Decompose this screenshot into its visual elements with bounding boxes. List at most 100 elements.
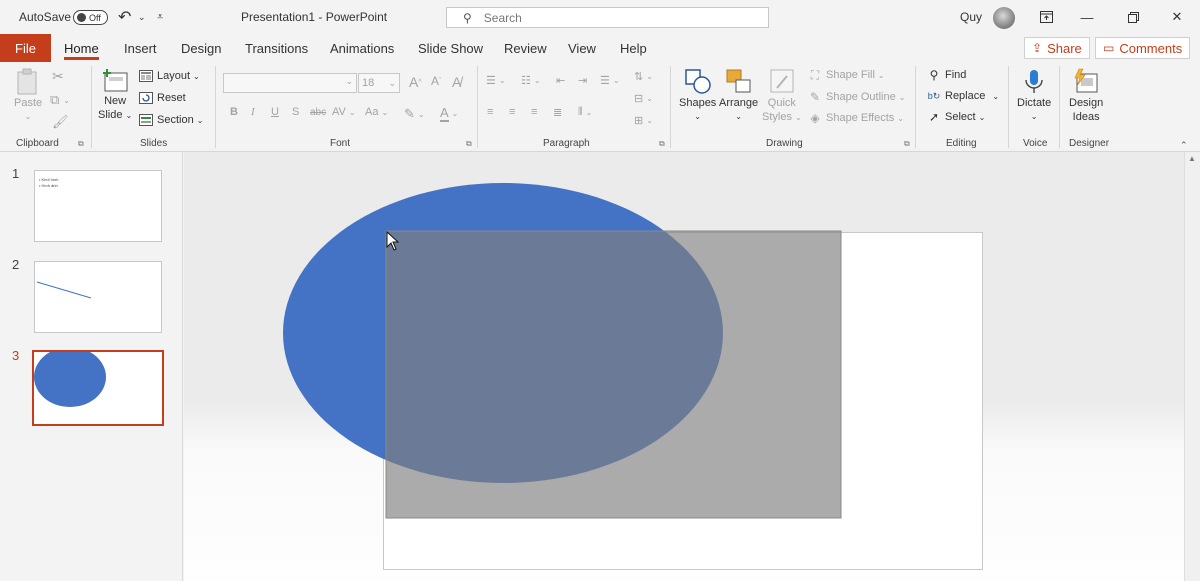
change-case-label: Aa (365, 106, 379, 118)
tab-transitions[interactable]: Transitions (245, 34, 308, 62)
reset-button[interactable]: Reset (138, 91, 186, 105)
ribbon-tabs: File Home Insert Design Transitions Anim… (0, 34, 1200, 62)
clear-formatting-icon[interactable]: A̸ (452, 74, 461, 90)
character-spacing-button[interactable]: AV ⌄ (332, 106, 356, 118)
format-painter-icon[interactable]: 🖌 (52, 114, 69, 130)
text-direction-icon[interactable]: ⇅ ⌄ (634, 70, 653, 83)
replace-button[interactable]: b↻ Replace ⌄ (926, 89, 999, 103)
new-slide-button[interactable]: New Slide ⌄ (98, 68, 132, 123)
comments-button[interactable]: ▭ Comments (1095, 37, 1191, 59)
collapse-ribbon-icon[interactable]: ⌃ (1180, 140, 1188, 151)
shape-effects-button[interactable]: ◈ Shape Effects ⌄ (807, 111, 904, 125)
customize-toolbar-icon[interactable]: ⩡ (157, 0, 163, 34)
shape-fill-label: Shape Fill (826, 69, 875, 81)
align-center-icon[interactable]: ≡ (509, 106, 515, 118)
line-spacing-icon[interactable]: ☰ ⌄ (600, 74, 620, 87)
align-left-icon[interactable]: ≡ (487, 106, 493, 118)
tab-review[interactable]: Review (504, 34, 547, 62)
bullets-icon[interactable]: ☰ ⌄ (486, 74, 506, 87)
tab-insert[interactable]: Insert (124, 34, 157, 62)
align-right-icon[interactable]: ≡ (531, 106, 537, 118)
share-label: Share (1047, 40, 1082, 56)
font-launcher-icon[interactable]: ⧉ (466, 139, 472, 149)
minimize-icon[interactable]: — (1064, 0, 1110, 34)
group-divider (915, 66, 916, 148)
smartart-icon[interactable]: ⊞ ⌄ (634, 114, 653, 127)
bold-button[interactable]: B (230, 106, 238, 118)
restore-icon[interactable] (1110, 0, 1156, 34)
columns-icon[interactable]: ⫴ ⌄ (578, 106, 592, 119)
ribbon-display-options-icon[interactable] (1023, 0, 1069, 34)
decrease-indent-icon[interactable]: ⇤ (556, 74, 565, 87)
select-button[interactable]: ➚ Select ⌄ (926, 110, 985, 124)
text-shadow-button[interactable]: S (292, 106, 299, 118)
find-button[interactable]: ⚲ Find (926, 68, 967, 82)
design-ideas-label-2: Ideas (1072, 111, 1100, 123)
highlight-color-icon[interactable]: ✎ ⌄ (404, 106, 425, 122)
autosave-state: Off (89, 12, 101, 23)
slide-thumbnail-1[interactable]: • Khối hình • Hình ảnh (34, 170, 162, 242)
layout-button[interactable]: Layout ⌄ (138, 69, 200, 83)
tab-home[interactable]: Home (64, 34, 99, 62)
share-icon: ⇪ (1032, 41, 1043, 55)
drawing-launcher-icon[interactable]: ⧉ (904, 139, 910, 149)
increase-indent-icon[interactable]: ⇥ (578, 74, 587, 87)
powerpoint-window: AutoSave Off ↶ ⌄ ⩡ Presentation1 - Power… (0, 0, 1200, 581)
italic-button[interactable]: I (251, 106, 255, 118)
tab-design[interactable]: Design (181, 34, 221, 62)
autosave-toggle[interactable]: Off (73, 10, 108, 25)
search-icon: ⚲ (929, 68, 939, 82)
reset-icon (138, 91, 154, 105)
font-name-input[interactable]: ⌄ (223, 73, 357, 93)
thumbnail-bullets: • Khối hình • Hình ảnh (39, 177, 58, 189)
tab-file[interactable]: File (0, 34, 51, 62)
quick-styles-button[interactable]: Quick Styles ⌄ (762, 68, 802, 125)
font-size-input[interactable]: 18 ⌄ (358, 73, 400, 93)
tab-view[interactable]: View (568, 34, 596, 62)
user-name[interactable]: Quy (960, 0, 982, 34)
scroll-up-icon[interactable]: ▲ (1188, 154, 1196, 163)
group-divider (477, 66, 478, 148)
cut-icon[interactable]: ✂ (52, 68, 64, 85)
dictate-button[interactable]: Dictate ⌄ (1017, 68, 1051, 124)
slide-thumbnail-3[interactable] (32, 350, 164, 426)
find-label: Find (945, 69, 967, 81)
section-button[interactable]: Section ⌄ (138, 113, 203, 127)
copy-icon[interactable]: ⧉ ⌄ (50, 92, 70, 108)
quick-styles-label-2: Styles ⌄ (762, 111, 802, 123)
font-color-icon[interactable]: A ⌄ (440, 105, 458, 122)
clipboard-launcher-icon[interactable]: ⧉ (78, 139, 84, 149)
paste-button[interactable]: Paste ⌄ (14, 68, 42, 124)
paragraph-launcher-icon[interactable]: ⧉ (659, 139, 665, 149)
tab-animations[interactable]: Animations (330, 34, 394, 62)
shrink-font-icon[interactable]: Aˇ (431, 74, 441, 88)
vertical-scrollbar[interactable]: ▲ (1184, 152, 1200, 581)
shapes-button[interactable]: Shapes ⌄ (679, 68, 716, 124)
shape-outline-button[interactable]: ✎ Shape Outline ⌄ (807, 90, 905, 104)
slide-thumbnail-2[interactable] (34, 261, 162, 333)
design-ideas-button[interactable]: Design Ideas (1069, 68, 1103, 124)
strikethrough-button[interactable]: abc (310, 107, 326, 118)
tab-slide-show[interactable]: Slide Show (418, 34, 483, 62)
chevron-down-icon: ⌄ (345, 76, 353, 86)
search-input[interactable]: ⚲ Search (446, 7, 769, 28)
close-icon[interactable]: ✕ (1154, 0, 1200, 34)
undo-icon[interactable]: ↶ (118, 0, 131, 34)
grow-font-icon[interactable]: A ^ (409, 74, 422, 90)
justify-icon[interactable]: ≣ (553, 106, 562, 119)
undo-dropdown-icon[interactable]: ⌄ (138, 0, 146, 34)
align-text-icon[interactable]: ⊟ ⌄ (634, 92, 653, 105)
shape-fill-button[interactable]: ⛶ Shape Fill ⌄ (807, 68, 885, 82)
numbering-icon[interactable]: ☷ ⌄ (521, 74, 541, 87)
avatar[interactable] (993, 7, 1015, 29)
group-divider (1008, 66, 1009, 148)
paste-icon (17, 68, 37, 95)
tab-help[interactable]: Help (620, 34, 647, 62)
rectangle-shape[interactable] (385, 230, 842, 519)
shapes-icon (684, 69, 711, 94)
arrange-button[interactable]: Arrange ⌄ (719, 68, 758, 124)
share-button[interactable]: ⇪ Share (1024, 37, 1090, 59)
ribbon: Paste ⌄ ✂ ⧉ ⌄ 🖌 Clipboard ⧉ New Slide ⌄ … (0, 62, 1200, 152)
underline-button[interactable]: U (271, 106, 279, 118)
change-case-button[interactable]: Aa ⌄ (365, 106, 388, 118)
